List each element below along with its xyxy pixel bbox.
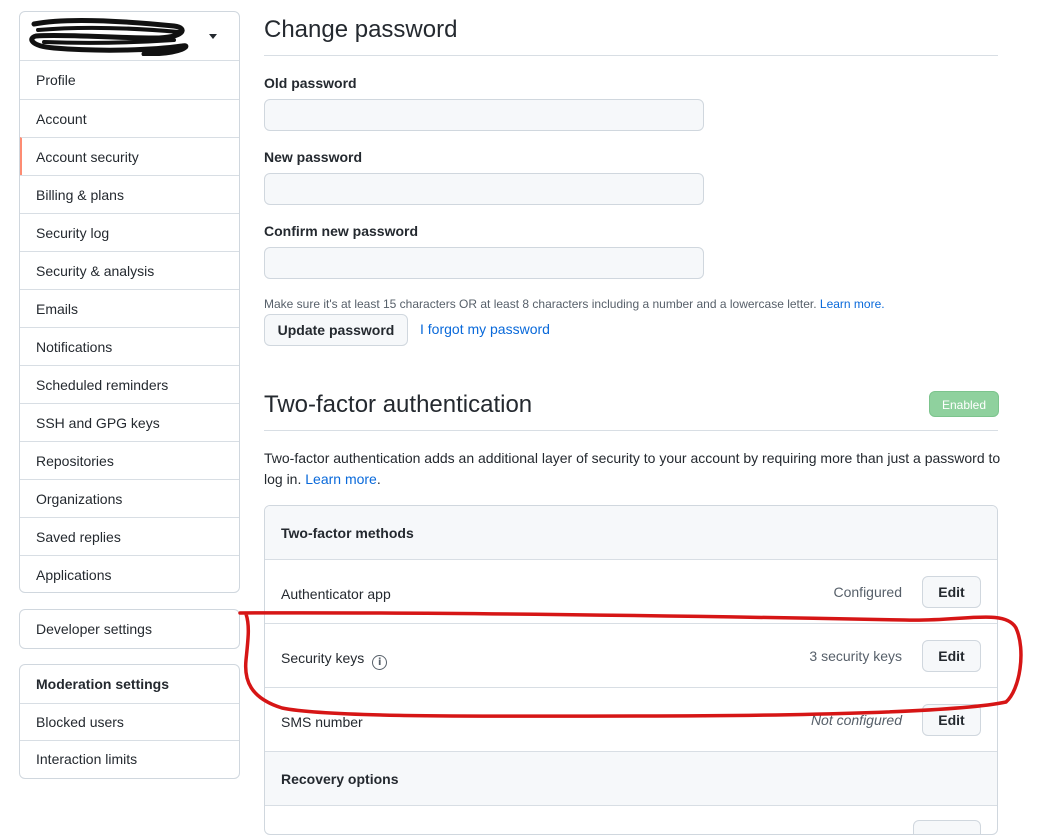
method-name: SMS number — [281, 714, 363, 730]
sidebar-item-ssh-and-gpg-keys[interactable]: SSH and GPG keys — [20, 403, 239, 441]
sidebar-item-scheduled-reminders[interactable]: Scheduled reminders — [20, 365, 239, 403]
confirm-password-label: Confirm new password — [264, 223, 419, 239]
sidebar-item-security-analysis[interactable]: Security & analysis — [20, 251, 239, 289]
method-status: Not configured — [810, 712, 902, 728]
two-factor-methods-panel: Two-factor methods Authenticator app Con… — [264, 505, 998, 835]
update-password-button[interactable]: Update password — [264, 314, 408, 346]
sidebar-item-blocked-users[interactable]: Blocked users — [20, 703, 239, 740]
password-requirements-note: Make sure it's at least 15 characters OR… — [264, 297, 885, 311]
edit-sms-number-button[interactable]: Edit — [922, 704, 981, 736]
moderation-settings-box: Moderation settings Blocked users Intera… — [19, 664, 240, 779]
two-factor-methods-header: Two-factor methods — [265, 506, 997, 560]
section-divider — [264, 55, 998, 56]
method-name: Authenticator app — [281, 586, 391, 602]
password-learn-more-link[interactable]: Learn more. — [820, 297, 885, 311]
sidebar-item-repositories[interactable]: Repositories — [20, 441, 239, 479]
two-factor-title: Two-factor authentication — [264, 391, 533, 418]
method-row-security-keys: Security keys i 3 security keys Edit — [265, 624, 997, 688]
sidebar-item-security-log[interactable]: Security log — [20, 213, 239, 251]
new-password-field[interactable] — [264, 173, 704, 205]
two-factor-methods-heading: Two-factor methods — [281, 525, 414, 541]
developer-settings-box: Developer settings — [19, 609, 240, 649]
recovery-options-heading: Recovery options — [281, 771, 399, 787]
chevron-down-icon[interactable] — [209, 34, 217, 39]
moderation-settings-header: Moderation settings — [36, 676, 170, 692]
sidebar-item-applications[interactable]: Applications — [20, 555, 239, 593]
method-name-text: Security keys — [281, 650, 365, 666]
old-password-label: Old password — [264, 75, 357, 91]
info-icon[interactable]: i — [372, 655, 388, 670]
edit-security-keys-button[interactable]: Edit — [922, 640, 981, 672]
sidebar-item-billing-plans[interactable]: Billing & plans — [20, 175, 239, 213]
method-status: 3 security keys — [809, 648, 902, 664]
forgot-password-link[interactable]: I forgot my password — [420, 321, 550, 337]
sidebar-item-profile[interactable]: Profile — [20, 61, 239, 99]
sidebar-item-interaction-limits[interactable]: Interaction limits — [20, 740, 239, 777]
recovery-action-button[interactable] — [913, 820, 981, 834]
sidebar-item-organizations[interactable]: Organizations — [20, 479, 239, 517]
sidebar-item-account-security[interactable]: Account security — [20, 137, 239, 175]
redaction-scribble — [29, 17, 189, 56]
method-status: Configured — [833, 584, 903, 600]
old-password-field[interactable] — [264, 99, 704, 131]
sidebar-item-emails[interactable]: Emails — [20, 289, 239, 327]
enabled-status-badge: Enabled — [929, 391, 999, 417]
new-password-label: New password — [264, 149, 363, 165]
sidebar-item-developer-settings[interactable]: Developer settings — [20, 610, 239, 648]
two-factor-description: Two-factor authentication adds an additi… — [264, 450, 1001, 487]
sidebar-item-saved-replies[interactable]: Saved replies — [20, 517, 239, 555]
password-hint-text: Make sure it's at least 15 characters OR… — [264, 297, 817, 311]
sidebar-item-account[interactable]: Account — [20, 99, 239, 137]
method-name: Security keys i — [281, 650, 388, 670]
method-row-authenticator-app: Authenticator app Configured Edit — [265, 560, 997, 624]
method-row-sms-number: SMS number Not configured Edit — [265, 688, 997, 752]
two-factor-learn-more-link[interactable]: Learn more — [305, 471, 377, 487]
edit-authenticator-app-button[interactable]: Edit — [922, 576, 981, 608]
confirm-password-field[interactable] — [264, 247, 704, 279]
account-context-switcher[interactable] — [20, 12, 239, 61]
recovery-options-header: Recovery options — [265, 752, 997, 806]
sidebar-item-notifications[interactable]: Notifications — [20, 327, 239, 365]
section-divider — [264, 430, 998, 431]
settings-nav: Profile Account Account security Billing & … — [19, 11, 240, 593]
change-password-title: Change password — [264, 16, 458, 43]
